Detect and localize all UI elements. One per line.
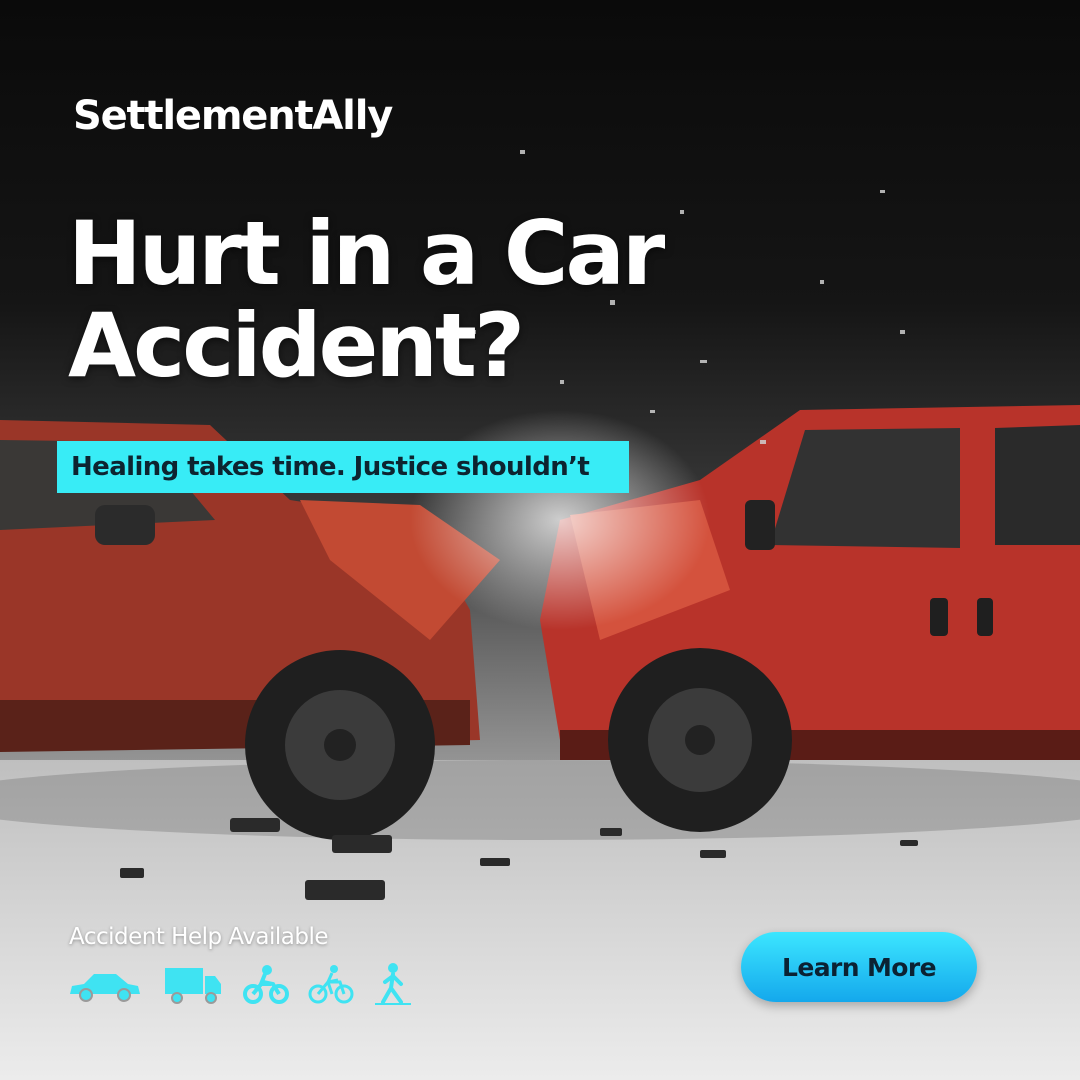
headline-line-1: Hurt in a Car [68, 202, 665, 305]
bicycle-icon [308, 965, 354, 1004]
truck-icon [165, 968, 221, 1004]
help-available-label: Accident Help Available [69, 924, 329, 950]
motorcycle-icon [243, 965, 289, 1004]
headline-line-2: Accident? [68, 294, 525, 397]
crash-scene-image [0, 150, 1080, 1080]
pedestrian-icon [375, 963, 411, 1005]
ad-canvas: SettlementAlly Hurt in a Car Accident? H… [0, 0, 1080, 1080]
headline: Hurt in a Car Accident? [68, 208, 788, 392]
tagline-banner: Healing takes time. Justice shouldn’t [57, 441, 629, 493]
learn-more-button[interactable]: Learn More [741, 932, 977, 1002]
car-icon [70, 974, 140, 1002]
brand-logo: SettlementAlly [73, 93, 393, 139]
